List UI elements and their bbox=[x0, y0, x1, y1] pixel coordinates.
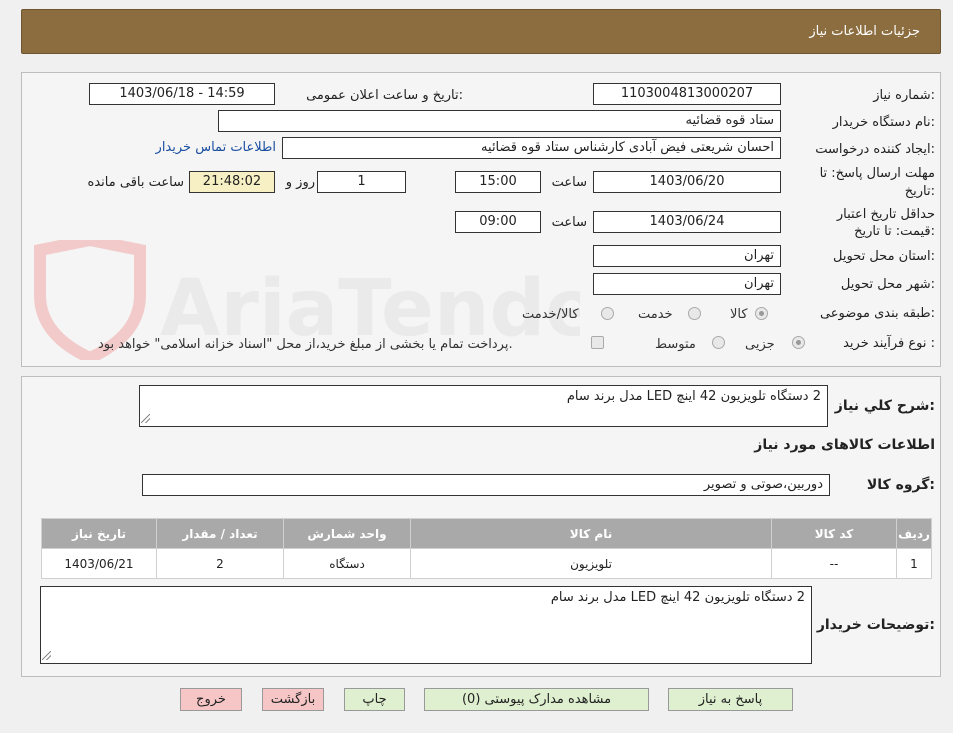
category-both-radio[interactable] bbox=[601, 307, 614, 320]
goods-table-header: ردیف کد کالا نام کالا واحد شمارش تعداد /… bbox=[41, 518, 932, 549]
process-minor-radio[interactable] bbox=[792, 336, 805, 349]
buyer-contact-link[interactable]: اطلاعات تماس خریدار bbox=[156, 140, 276, 155]
cell-quantity: 2 bbox=[156, 548, 284, 579]
reply-time-field[interactable]: 15:00 bbox=[455, 171, 541, 193]
page-header: جزئیات اطلاعات نیاز bbox=[21, 9, 941, 54]
reply-deadline-label-1: مهلت ارسال پاسخ: تا bbox=[819, 166, 935, 181]
attachments-button[interactable]: مشاهده مدارک پیوستی (0) bbox=[424, 688, 649, 711]
province-label: استان محل تحویل: bbox=[833, 249, 935, 264]
buyer-org-field[interactable]: ستاد قوه قضائیه bbox=[218, 110, 781, 132]
days-label: روز و bbox=[285, 175, 315, 190]
announce-label: تاریخ و ساعت اعلان عمومی: bbox=[306, 88, 463, 103]
col-code: کد کالا bbox=[771, 518, 897, 549]
page-title: جزئیات اطلاعات نیاز bbox=[809, 24, 920, 39]
reply-deadline-label-2: تاریخ: bbox=[904, 184, 935, 199]
category-service-radio[interactable] bbox=[688, 307, 701, 320]
validity-label-2: قیمت: تا تاریخ: bbox=[854, 224, 935, 239]
announce-datetime-field[interactable]: 1403/06/18 - 14:59 bbox=[89, 83, 275, 105]
reply-button[interactable]: پاسخ به نیاز bbox=[668, 688, 793, 711]
cell-date: 1403/06/21 bbox=[41, 548, 157, 579]
goods-info-title: اطلاعات کالاهای مورد نیاز bbox=[754, 437, 935, 453]
cell-row: 1 bbox=[896, 548, 932, 579]
process-medium-label: متوسط bbox=[655, 337, 696, 352]
summary-resize-grip[interactable] bbox=[141, 414, 150, 423]
category-both-label: کالا/خدمت bbox=[522, 307, 579, 322]
buyer-notes-resize-grip[interactable] bbox=[42, 651, 51, 660]
cell-code: -- bbox=[771, 548, 897, 579]
exit-button[interactable]: خروج bbox=[180, 688, 242, 711]
category-label: طبقه بندی موضوعی: bbox=[819, 306, 935, 321]
validity-label-1: حداقل تاریخ اعتبار bbox=[836, 207, 935, 222]
col-row: ردیف bbox=[896, 518, 932, 549]
process-label: نوع فرآیند خرید : bbox=[843, 336, 935, 351]
validity-time-label: ساعت bbox=[551, 215, 587, 230]
table-row: 1 -- تلویزیون دستگاه 2 1403/06/21 bbox=[41, 548, 932, 579]
city-field[interactable]: تهران bbox=[593, 273, 781, 295]
treasury-checkbox[interactable] bbox=[591, 336, 604, 349]
creator-label: ایجاد کننده درخواست: bbox=[815, 142, 935, 157]
remaining-time-label: ساعت باقی مانده bbox=[87, 175, 184, 190]
days-field[interactable]: 1 bbox=[317, 171, 406, 193]
col-date: تاریخ نیاز bbox=[41, 518, 157, 549]
remaining-time-field: 21:48:02 bbox=[189, 171, 275, 193]
col-unit: واحد شمارش bbox=[283, 518, 411, 549]
buyer-notes-label: توضیحات خریدار: bbox=[816, 617, 935, 633]
summary-label: شرح کلي نياز: bbox=[834, 398, 935, 414]
buyer-notes-textarea[interactable]: 2 دستگاه تلویزیون 42 اینچ LED مدل برند س… bbox=[40, 586, 812, 664]
validity-time-field[interactable]: 09:00 bbox=[455, 211, 541, 233]
category-goods-radio[interactable] bbox=[755, 307, 768, 320]
summary-textarea[interactable]: 2 دستگاه تلویزیون 42 اینچ LED مدل برند س… bbox=[139, 385, 828, 427]
validity-date-field[interactable]: 1403/06/24 bbox=[593, 211, 781, 233]
reply-date-field[interactable]: 1403/06/20 bbox=[593, 171, 781, 193]
cell-unit: دستگاه bbox=[283, 548, 411, 579]
city-label: شهر محل تحویل: bbox=[840, 277, 935, 292]
category-service-label: خدمت bbox=[638, 307, 673, 322]
province-field[interactable]: تهران bbox=[593, 245, 781, 267]
print-button[interactable]: چاپ bbox=[344, 688, 405, 711]
col-name: نام کالا bbox=[410, 518, 772, 549]
back-button[interactable]: بازگشت bbox=[262, 688, 324, 711]
reply-time-label: ساعت bbox=[551, 175, 587, 190]
col-quantity: تعداد / مقدار bbox=[156, 518, 284, 549]
creator-field[interactable]: احسان شریعتی فیض آبادی کارشناس ستاد قوه … bbox=[282, 137, 781, 159]
cell-name: تلویزیون bbox=[410, 548, 772, 579]
buyer-org-label: نام دستگاه خریدار: bbox=[832, 115, 935, 130]
treasury-note: پرداخت تمام یا بخشی از مبلغ خرید،از محل … bbox=[98, 337, 513, 352]
goods-group-field[interactable]: دوربین،صوتی و تصویر bbox=[142, 474, 830, 496]
goods-table: ردیف کد کالا نام کالا واحد شمارش تعداد /… bbox=[41, 518, 932, 579]
process-minor-label: جزیی bbox=[745, 337, 775, 352]
need-number-label: شماره نیاز: bbox=[873, 88, 935, 103]
category-goods-label: کالا bbox=[730, 307, 748, 322]
goods-group-label: گروه کالا: bbox=[866, 477, 935, 493]
process-medium-radio[interactable] bbox=[712, 336, 725, 349]
need-number-field[interactable]: 1103004813000207 bbox=[593, 83, 781, 105]
